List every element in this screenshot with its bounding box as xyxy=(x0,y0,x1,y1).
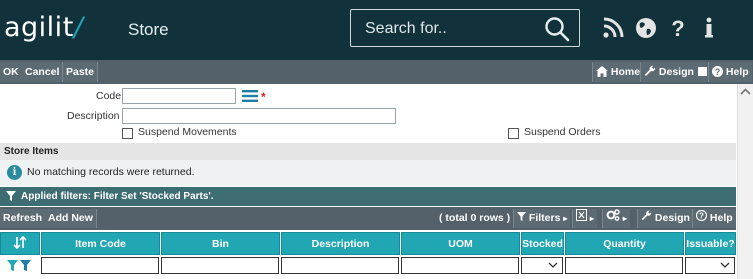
globe-icon[interactable] xyxy=(634,15,658,41)
suspend-orders-checkbox[interactable] xyxy=(508,128,519,139)
filter-issuable-select[interactable] xyxy=(685,257,735,274)
design-toggle-box[interactable] xyxy=(697,67,707,76)
grid-design-label: Design xyxy=(654,212,690,224)
filter-bin-input[interactable] xyxy=(161,257,279,274)
suspend-movements-label: Suspend Movements xyxy=(138,126,237,138)
logo-text: agilit xyxy=(4,12,74,43)
wrench-icon xyxy=(644,65,656,76)
column-header-stocked[interactable]: Stocked xyxy=(521,232,564,255)
refresh-button[interactable]: Refresh xyxy=(0,209,47,228)
column-header-issuable[interactable]: Issuable? xyxy=(685,232,736,255)
filter-stocked-select[interactable] xyxy=(521,257,563,274)
vertical-scrollbar[interactable] xyxy=(737,84,753,279)
design-button[interactable]: Design xyxy=(640,62,710,82)
no-records-message: i No matching records were returned. xyxy=(0,160,736,186)
home-button[interactable]: Home xyxy=(592,62,644,82)
lookup-list-icon[interactable] xyxy=(242,90,258,102)
filters-label: Filters xyxy=(528,212,561,224)
paste-button[interactable]: Paste xyxy=(63,62,99,82)
app-header: agilit/ Store Search for.. ? xyxy=(0,0,753,60)
sort-arrows-icon[interactable] xyxy=(13,235,27,250)
home-label: Home xyxy=(610,66,641,78)
search-input[interactable]: Search for.. xyxy=(365,20,447,38)
suspend-movements-checkbox[interactable] xyxy=(122,128,133,139)
grid-filter-row xyxy=(0,256,736,276)
gears-icon xyxy=(606,209,620,221)
filter-uom-input[interactable] xyxy=(401,257,519,274)
grid-wrench-icon xyxy=(641,210,652,221)
funnel-icon xyxy=(517,212,526,221)
grid-toolbar: Refresh Add New ( total 0 rows ) Filters… xyxy=(0,207,736,230)
rss-icon[interactable] xyxy=(601,15,625,41)
grid-design-button[interactable]: Design xyxy=(637,209,693,228)
column-filter-icon[interactable] xyxy=(7,260,33,272)
search-icon[interactable] xyxy=(544,16,570,42)
info-icon[interactable] xyxy=(697,15,721,41)
svg-text:?: ? xyxy=(699,212,704,221)
required-marker: * xyxy=(261,90,266,104)
code-field[interactable] xyxy=(122,88,236,104)
description-label: Description xyxy=(67,110,120,122)
settings-caret-icon: ▸ xyxy=(622,214,627,223)
grid-help-button[interactable]: ? Help xyxy=(692,209,736,228)
design-label: Design xyxy=(658,66,694,78)
export-excel-button[interactable]: ▸ xyxy=(572,209,597,228)
logo-slash: / xyxy=(73,12,84,43)
cancel-button[interactable]: Cancel xyxy=(22,62,64,82)
row-count: ( total 0 rows ) xyxy=(439,212,511,224)
applied-filters-text: Applied filters: Filter Set 'Stocked Par… xyxy=(21,191,214,202)
help-label: Help xyxy=(725,66,749,78)
filter-quantity-input[interactable] xyxy=(565,257,683,274)
grid-help-icon: ? xyxy=(695,209,708,222)
store-items-section-title: Store Items xyxy=(0,143,736,160)
chevron-down-icon xyxy=(548,262,558,268)
svg-text:?: ? xyxy=(671,16,684,41)
suspend-orders-label: Suspend Orders xyxy=(524,126,601,138)
app-logo[interactable]: agilit/ xyxy=(4,12,83,43)
svg-text:?: ? xyxy=(715,67,721,77)
scroll-up-arrow-icon[interactable] xyxy=(738,86,753,98)
help-icon[interactable]: ? xyxy=(666,15,690,41)
column-header-bin[interactable]: Bin xyxy=(161,232,280,255)
filter-description-input[interactable] xyxy=(281,257,399,274)
global-search[interactable]: Search for.. xyxy=(350,9,580,47)
no-records-text: No matching records were returned. xyxy=(27,166,195,178)
module-title: Store xyxy=(128,20,169,39)
action-toolbar: OK Cancel Paste Home Design ? Help xyxy=(0,60,753,84)
help-circle-icon: ? xyxy=(712,66,723,77)
applied-filters-bar: Applied filters: Filter Set 'Stocked Par… xyxy=(0,187,736,206)
export-caret-icon: ▸ xyxy=(589,214,594,223)
help-button[interactable]: ? Help xyxy=(708,62,752,82)
filter-item-code-input[interactable] xyxy=(41,257,159,274)
filter-icon xyxy=(6,191,16,201)
description-field[interactable] xyxy=(122,108,396,124)
sort-column-header[interactable] xyxy=(0,232,40,255)
column-header-description[interactable]: Description xyxy=(281,232,400,255)
column-header-item-code[interactable]: Item Code xyxy=(41,232,160,255)
column-header-quantity[interactable]: Quantity xyxy=(565,232,684,255)
add-new-button[interactable]: Add New xyxy=(45,209,97,228)
code-label: Code xyxy=(96,90,122,102)
column-header-uom[interactable]: UOM xyxy=(401,232,520,255)
filters-button[interactable]: Filters ▸ xyxy=(513,209,571,228)
grid-help-label: Help xyxy=(709,212,733,224)
chevron-down-icon xyxy=(720,262,730,268)
ok-button[interactable]: OK xyxy=(0,62,23,82)
grid-header-row: Item Code Bin Description UOM Stocked Qu… xyxy=(0,232,736,255)
info-circle-icon: i xyxy=(7,165,22,180)
filters-caret-icon: ▸ xyxy=(563,214,568,223)
excel-icon xyxy=(576,209,587,221)
grid-settings-button[interactable]: ▸ xyxy=(602,209,630,228)
home-icon xyxy=(596,66,608,77)
